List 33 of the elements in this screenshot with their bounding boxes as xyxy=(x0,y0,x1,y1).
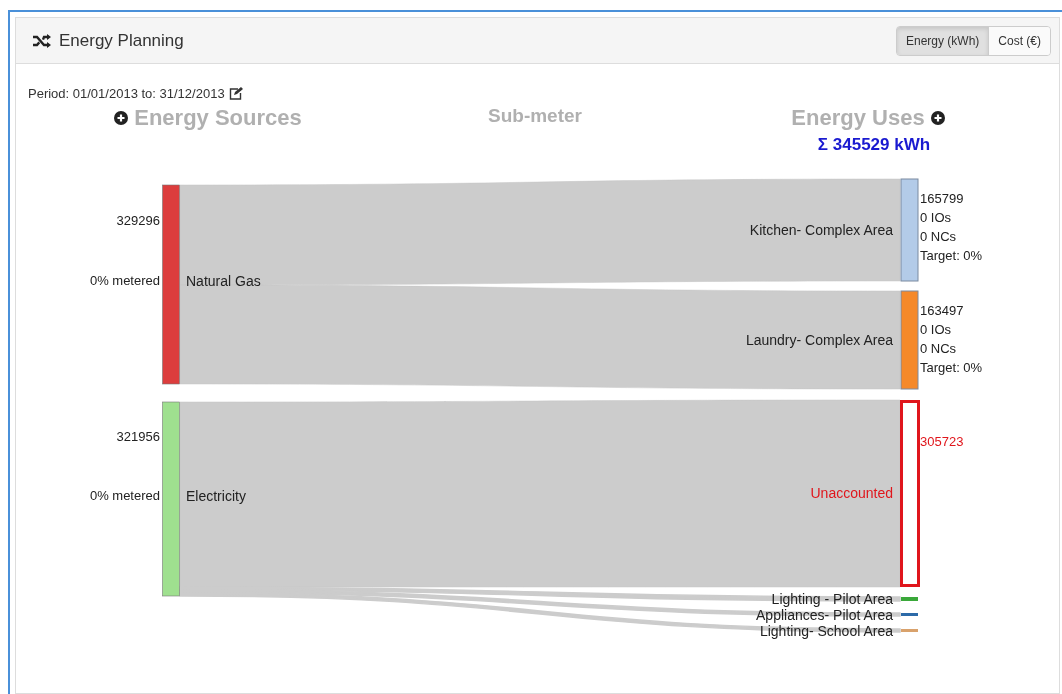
panel-title: Energy Planning xyxy=(59,30,184,51)
use-detail: 0 NCs xyxy=(920,341,957,356)
source-label: Natural Gas xyxy=(186,273,261,289)
use-label: Appliances- Pilot Area xyxy=(756,606,893,623)
source-metered: 0% metered xyxy=(89,488,160,503)
edit-icon[interactable] xyxy=(228,87,243,100)
use-label: Laundry- Complex Area xyxy=(745,332,893,348)
source-label: Electricity xyxy=(186,488,246,504)
use-detail: 0 NCs xyxy=(920,229,957,244)
use-label: Kitchen- Complex Area xyxy=(749,222,893,238)
unit-toggle[interactable]: Energy (kWh) xyxy=(896,26,989,55)
total-energy: Σ 345529 kWh xyxy=(817,135,931,155)
use-detail: 0 IOs xyxy=(920,210,952,225)
use-value: 165799 xyxy=(920,191,964,206)
use-label: Unaccounted xyxy=(810,485,893,501)
use-detail: Target: 0% xyxy=(920,248,983,263)
use-value: 305723 xyxy=(920,434,964,449)
shuffle-icon xyxy=(32,33,52,48)
column-heading: Sub-meter xyxy=(488,105,582,127)
column-heading: Energy Sources xyxy=(134,105,302,131)
period-text: Period: 01/01/2013 to: 31/12/2013 xyxy=(28,86,225,101)
source-value: 321956 xyxy=(116,429,160,444)
add-icon[interactable] xyxy=(930,111,945,125)
use-value: 163497 xyxy=(920,303,964,318)
source-value: 329296 xyxy=(116,213,160,228)
use-label: Lighting - Pilot Area xyxy=(771,591,893,607)
column-heading: Energy Uses xyxy=(791,105,925,131)
use-detail: Target: 0% xyxy=(920,360,983,375)
unit-toggle[interactable]: Cost (€) xyxy=(988,26,1050,55)
add-icon[interactable] xyxy=(114,111,129,125)
use-detail: 0 IOs xyxy=(920,322,952,337)
use-label: Lighting- School Area xyxy=(759,622,893,639)
source-metered: 0% metered xyxy=(89,273,160,288)
